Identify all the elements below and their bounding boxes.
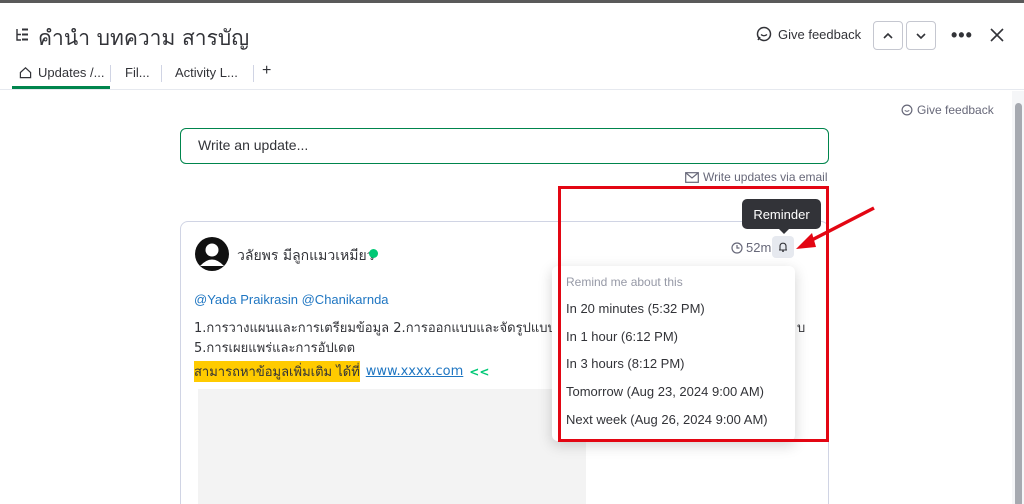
envelope-icon (685, 171, 699, 183)
online-status-dot (369, 249, 378, 258)
tab-divider (253, 65, 254, 82)
feedback-icon (901, 104, 913, 116)
post-mentions[interactable]: @Yada Praikrasin @Chanikarnda (194, 292, 389, 307)
active-tab-indicator (12, 86, 110, 89)
write-updates-via-email-label: Write updates via email (703, 170, 828, 184)
item-panel: คำนำ บทความ สารบัญ Give feedback ••• Upd… (0, 0, 1024, 504)
feedback-icon (756, 26, 772, 42)
avatar[interactable] (194, 236, 230, 272)
write-updates-via-email-link[interactable]: Write updates via email (685, 170, 828, 184)
add-tab-icon[interactable]: + (262, 62, 271, 80)
post-image[interactable] (198, 389, 586, 504)
tab-divider (161, 65, 162, 82)
tab-activity-log-label: Activity L... (175, 65, 238, 80)
tab-updates-label: Updates /... (38, 65, 105, 80)
post-body-line: สามารถหาข้อมูลเพิ่มเติม ได้ที่ www.xxxx.… (194, 361, 489, 382)
chevron-up-icon (883, 32, 893, 39)
post-link[interactable]: www.xxxx.com (366, 364, 464, 379)
write-update-placeholder: Write an update... (198, 137, 309, 153)
give-feedback-button[interactable]: Give feedback (756, 26, 861, 42)
arrow-marker: << (469, 364, 490, 379)
next-item-button[interactable] (906, 21, 936, 50)
post-body-line: 1.การวางแผนและการเตรียมข้อมูล 2.การออกแบ… (194, 321, 569, 336)
give-feedback-label: Give feedback (778, 26, 862, 42)
tab-files-label: Fil... (125, 65, 150, 80)
scrollbar-thumb[interactable] (1015, 103, 1022, 504)
tab-activity-log[interactable]: Activity L... (175, 65, 238, 80)
post-author[interactable]: วลัยพร มีลูกแมวเหมียว (237, 245, 375, 267)
tab-files[interactable]: Fil... (125, 65, 150, 80)
more-options-icon[interactable]: ••• (951, 25, 973, 46)
item-title[interactable]: คำนำ บทความ สารบัญ (38, 22, 249, 55)
tab-bar: Updates /... Fil... Activity L... + (0, 57, 1024, 90)
annotation-highlight-box (558, 186, 829, 442)
home-icon (19, 67, 32, 79)
tab-divider (110, 65, 111, 82)
chevron-down-icon (916, 32, 926, 39)
subitem-tree-icon (16, 28, 28, 41)
previous-item-button[interactable] (873, 21, 903, 50)
close-icon[interactable] (989, 27, 1005, 43)
highlighted-text: สามารถหาข้อมูลเพิ่มเติม ได้ที่ (194, 361, 360, 382)
give-feedback-link-label: Give feedback (917, 103, 994, 117)
tab-updates[interactable]: Updates /... (19, 65, 104, 80)
annotation-arrow-icon (796, 206, 875, 249)
post-body-line: 5.การเผยแพร่และการอัปเดต (194, 341, 356, 356)
write-update-input[interactable]: Write an update... (180, 128, 829, 164)
give-feedback-link[interactable]: Give feedback (901, 103, 994, 117)
